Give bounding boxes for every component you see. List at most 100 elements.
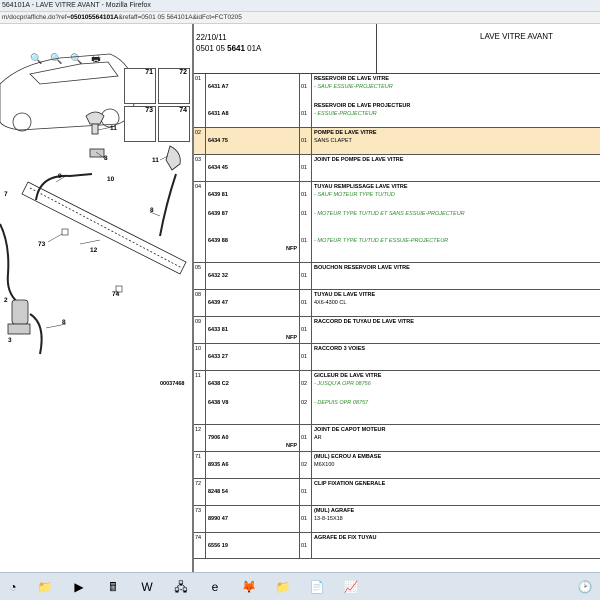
table-row[interactable]: 72 CLIP FIXATION GENERALE 8248 54 01 — [194, 479, 600, 506]
table-row[interactable]: 74 AGRAFE DE FIX TUYAU 6556 19 01 — [194, 533, 600, 559]
url-rest: &refaff=0501 05 564101A&idFct=FCT0205 — [118, 14, 242, 21]
part-line: POMPE DE LAVE VITRE — [194, 130, 600, 138]
part-number[interactable]: 8990 47 — [208, 516, 228, 522]
part-variant: - MOTEUR TYPE TU/TUD ET SANS ESSUIE-PROJ… — [314, 211, 465, 217]
part-number[interactable]: 6439 47 — [208, 300, 228, 306]
part-number[interactable]: 6438 V8 — [208, 400, 229, 406]
word-icon[interactable]: W — [136, 577, 158, 597]
folder-icon[interactable]: 📁 — [272, 577, 294, 597]
part-line: GICLEUR DE LAVE VITRE — [194, 373, 600, 381]
part-description: (MUL) AGRAFE — [314, 508, 355, 514]
part-number[interactable]: 6439 81 — [208, 192, 228, 198]
part-description: RESERVOIR DE LAVE PROJECTEUR — [314, 103, 411, 109]
part-number[interactable]: 6431 A8 — [208, 111, 229, 117]
table-row[interactable]: 02 POMPE DE LAVE VITRE 6434 75 01 SANS CLAPE… — [194, 128, 600, 155]
part-detail-line: 6439 81 01 - SAUF MOTEUR TYPE TU/TUD — [194, 192, 600, 200]
callout-11-top: 11 — [110, 125, 117, 132]
part-line: CLIP FIXATION GENERALE — [194, 481, 600, 489]
thumb-74[interactable]: 74 — [158, 106, 190, 142]
address-bar[interactable]: m/docpr/affiche.do?ref=050105564101A&ref… — [0, 12, 600, 24]
part-variant: - ESSUIE-PROJECTEUR — [314, 111, 377, 117]
thumb-71[interactable]: 71 — [124, 68, 156, 104]
table-row[interactable]: 71 (MUL) ECROU A EMBASE 8935 A6 02 M6X100 — [194, 452, 600, 479]
table-row[interactable]: 05 BOUCHON RESERVOIR LAVE VITRE 6432 32 01 — [194, 263, 600, 290]
part-number[interactable]: 6433 27 — [208, 354, 228, 360]
part-quantity: 02 — [301, 381, 308, 387]
calculator-icon[interactable]: 🖩 — [102, 577, 124, 597]
nfp-flag: NFP — [286, 246, 297, 252]
part-variant: - SAUF ESSUIE-PROJECTEUR — [314, 84, 393, 90]
media-player-icon[interactable]: ▶ — [68, 577, 90, 597]
network-icon[interactable]: 🖧 — [170, 577, 192, 597]
callout-8-top: 8 — [104, 155, 108, 162]
window-title: 564101A - LAVE VITRE AVANT - Mozilla Fir… — [2, 2, 151, 9]
part-number[interactable]: 6439 87 — [208, 211, 228, 217]
part-quantity: 01 — [301, 211, 308, 217]
part-line: (MUL) AGRAFE — [194, 508, 600, 516]
table-row[interactable]: 11 GICLEUR DE LAVE VITRE 6438 C2 02- JUSQU'… — [194, 371, 600, 425]
part-detail-line: 6439 87 01 - MOTEUR TYPE TU/TUD ET SANS ES… — [194, 211, 600, 219]
document-icon[interactable]: 📄 — [306, 577, 328, 597]
table-row[interactable]: 10 RACCORD 3 VOIES 6433 27 01 — [194, 344, 600, 371]
part-number[interactable]: 6439 88 — [208, 238, 228, 244]
part-quantity: 01 — [301, 489, 308, 495]
internet-explorer-icon[interactable]: e — [204, 577, 226, 597]
table-row[interactable]: 03 JOINT DE POMPE DE LAVE VITRE 6434 45 01 — [194, 155, 600, 182]
part-description: RACCORD DE TUYAU DE LAVE VITRE — [314, 319, 414, 325]
url-prefix: m/docpr/affiche.do?ref= — [2, 14, 71, 21]
part-number[interactable]: 6556 19 — [208, 543, 228, 549]
table-row[interactable]: 73 (MUL) AGRAFE 8990 47 01 13-8-15X18 — [194, 506, 600, 533]
folder-icon[interactable]: 📁 — [34, 577, 56, 597]
parts-header: 22/10/11 0501 05 5641 01A LAVE VITRE AVA… — [194, 24, 600, 74]
part-number[interactable]: 6438 C2 — [208, 381, 229, 387]
table-row[interactable]: 04 TUYAU REMPLISSAGE LAVE VITRE 6439 81 01-… — [194, 182, 600, 263]
part-number[interactable]: 6434 75 — [208, 138, 228, 144]
part-description: TUYAU REMPLISSAGE LAVE VITRE — [314, 184, 408, 190]
page-title: LAVE VITRE AVANT — [480, 32, 553, 41]
firefox-icon[interactable]: 🦊 — [238, 577, 260, 597]
parts-diagram-pane: 🔍 🔍 🔍 🖶 11 8 10 9 11 8 7 73 12 74 2 8 3 … — [0, 24, 192, 572]
part-description: RESERVOIR DE LAVE VITRE — [314, 76, 389, 82]
table-row[interactable]: 01 RESERVOIR DE LAVE VITRE 6431 A7 01 - SAUF… — [194, 74, 600, 128]
nfp-flag: NFP — [286, 443, 297, 449]
url-ref: 050105564101A — [70, 14, 119, 21]
table-row[interactable]: 08 TUYAU DE LAVE VITRE 6439 47 01 4X6-4300 C… — [194, 290, 600, 317]
fastener-thumbnails: 71 72 73 74 — [124, 68, 192, 144]
diagram-reference-code: 00037468 — [160, 381, 185, 387]
part-number[interactable]: 6431 A7 — [208, 84, 229, 90]
part-number[interactable]: 8935 A6 — [208, 462, 229, 468]
part-number[interactable]: 6433 81 — [208, 327, 228, 333]
nfp-line: NFP — [194, 335, 600, 343]
part-quantity: 01 — [301, 238, 308, 244]
part-quantity: 02 — [301, 462, 308, 468]
thumb-73[interactable]: 73 — [124, 106, 156, 142]
part-quantity: 01 — [301, 84, 308, 90]
part-number[interactable]: 6432 32 — [208, 273, 228, 279]
part-variant: - DEPUIS OPR 08757 — [314, 400, 369, 406]
windows-start-icon[interactable]: ◔ — [2, 577, 24, 597]
taskbar: ◔ 🕑 📁 ▶ 🖩 W 🖧 e 🦊 📁 📄 📈 — [0, 572, 600, 600]
part-number[interactable]: 8248 54 — [208, 489, 228, 495]
part-variant: - JUSQU'A OPR 08756 — [314, 381, 371, 387]
part-line: AGRAFE DE FIX TUYAU — [194, 535, 600, 543]
part-variant: 13-8-15X18 — [314, 516, 343, 522]
part-quantity: 01 — [301, 435, 308, 441]
part-quantity: 01 — [301, 138, 308, 144]
nfp-line: NFP — [194, 443, 600, 451]
callout-10: 10 — [107, 176, 115, 183]
part-number[interactable]: 6434 45 — [208, 165, 228, 171]
callout-3: 3 — [8, 337, 12, 344]
table-row[interactable]: 12 JOINT DE CAPOT MOTEUR 7906 A0 01 AR NFP — [194, 425, 600, 452]
table-row[interactable]: 09 RACCORD DE TUYAU DE LAVE VITRE 6433 81 0… — [194, 317, 600, 344]
part-detail-line: 6556 19 01 — [194, 543, 600, 551]
car-outline — [0, 53, 135, 132]
part-detail-line: 6432 32 01 — [194, 273, 600, 281]
part-detail-line: 8935 A6 02 M6X100 — [194, 462, 600, 470]
thumb-72[interactable]: 72 — [158, 68, 190, 104]
nfp-line: NFP — [194, 246, 600, 254]
clock-icon[interactable]: 🕑 — [574, 577, 596, 597]
part-detail-line: 6438 V8 02 - DEPUIS OPR 08757 — [194, 400, 600, 408]
part-number[interactable]: 7906 A0 — [208, 435, 229, 441]
part-detail-line: 6438 C2 02 - JUSQU'A OPR 08756 — [194, 381, 600, 389]
chart-icon[interactable]: 📈 — [340, 577, 362, 597]
